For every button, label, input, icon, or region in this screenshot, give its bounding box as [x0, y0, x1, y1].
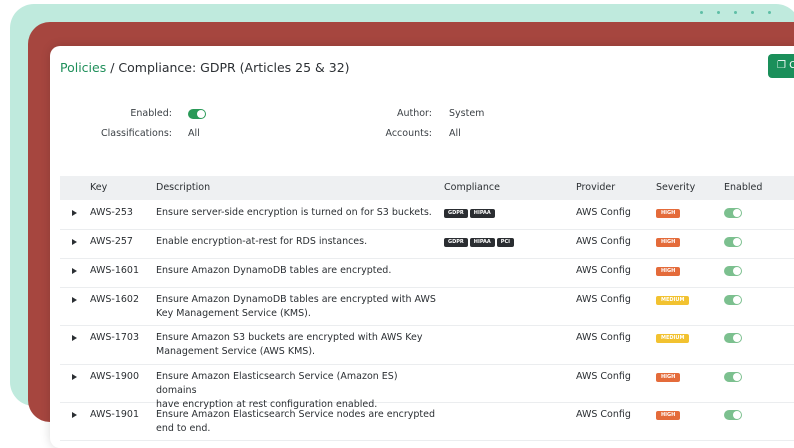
enabled-toggle-wrap[interactable] — [188, 108, 206, 119]
row-enabled-toggle[interactable] — [724, 372, 742, 382]
row-provider: AWS Config — [576, 236, 631, 247]
compliance-badges: GDPR HIPAA — [444, 209, 497, 228]
description-line: Ensure Amazon Elasticsearch Service (Ama… — [156, 371, 398, 396]
description-line: Management Service (AWS KMS). — [156, 346, 316, 357]
row-key: AWS-1601 — [90, 265, 140, 276]
policy-panel: Policies / Compliance: GDPR (Articles 25… — [50, 46, 794, 448]
row-key: AWS-1900 — [90, 371, 140, 382]
severity-badge: MEDIUM — [656, 296, 690, 305]
row-key: AWS-257 — [90, 236, 133, 247]
severity-badge: HIGH — [656, 373, 681, 382]
author-label: Author: — [396, 108, 432, 119]
severity-badge: HIGH — [656, 411, 681, 420]
table-row: AWS-1901 Ensure Amazon Elasticsearch Serv… — [60, 403, 794, 441]
column-severity[interactable]: Severity — [656, 176, 695, 200]
row-provider: AWS Config — [576, 265, 631, 276]
table-row: AWS-1900 Ensure Amazon Elasticsearch Serv… — [60, 365, 794, 410]
table-row: AWS-1601 Ensure Amazon DynamoDB tables ar… — [60, 259, 794, 288]
row-provider: AWS Config — [576, 409, 631, 420]
row-provider: AWS Config — [576, 207, 631, 218]
caret-right-icon[interactable] — [72, 412, 77, 418]
row-key: AWS-253 — [90, 207, 133, 218]
column-compliance[interactable]: Compliance — [444, 176, 500, 200]
description-line: end to end. — [156, 423, 211, 434]
dot — [768, 11, 771, 14]
enabled-label: Enabled: — [130, 108, 172, 119]
caret-right-icon[interactable] — [72, 335, 77, 341]
compliance-badge: GDPR — [444, 238, 468, 247]
enabled-toggle[interactable] — [188, 108, 206, 119]
classifications-value: All — [188, 128, 200, 139]
accounts-value: All — [449, 128, 461, 139]
caret-right-icon[interactable] — [72, 297, 77, 303]
row-enabled-toggle[interactable] — [724, 208, 742, 218]
dot — [734, 11, 737, 14]
compliance-badge: GDPR — [444, 209, 468, 218]
description-line: Ensure Amazon DynamoDB tables are encryp… — [156, 294, 436, 305]
severity-badge: HIGH — [656, 267, 681, 276]
copy-button[interactable]: ❐ C — [768, 54, 794, 78]
description-line: Ensure server-side encryption is turned … — [156, 207, 432, 218]
row-enabled-toggle[interactable] — [724, 410, 742, 420]
row-enabled-toggle[interactable] — [724, 266, 742, 276]
row-provider: AWS Config — [576, 332, 631, 343]
row-description: Ensure Amazon Elasticsearch Service node… — [156, 408, 436, 436]
severity-badge: MEDIUM — [656, 334, 690, 343]
breadcrumb: Policies / Compliance: GDPR (Articles 25… — [60, 60, 350, 75]
column-description[interactable]: Description — [156, 176, 210, 200]
description-line: Enable encryption-at-rest for RDS instan… — [156, 236, 368, 247]
severity-badge: HIGH — [656, 209, 681, 218]
row-key: AWS-1901 — [90, 409, 140, 420]
row-enabled-toggle[interactable] — [724, 333, 742, 343]
description-line: Key Management Service (KMS). — [156, 308, 311, 319]
page-title: Compliance: GDPR (Articles 25 & 32) — [118, 60, 350, 75]
decorative-dots — [700, 11, 794, 33]
copy-icon: ❐ — [777, 60, 786, 71]
breadcrumb-policies-link[interactable]: Policies — [60, 60, 106, 75]
severity-badge: HIGH — [656, 238, 681, 247]
table-row: AWS-253 Ensure server-side encryption is … — [60, 201, 794, 230]
caret-right-icon[interactable] — [72, 268, 77, 274]
row-description: Ensure Amazon DynamoDB tables are encryp… — [156, 264, 436, 278]
description-line: Ensure Amazon Elasticsearch Service node… — [156, 409, 435, 420]
compliance-badge: PCI — [496, 238, 514, 247]
accounts-label: Accounts: — [385, 128, 432, 139]
row-description: Ensure Amazon DynamoDB tables are encryp… — [156, 293, 436, 321]
row-key: AWS-1703 — [90, 332, 140, 343]
table-header: Key Description Compliance Provider Seve… — [60, 176, 794, 200]
row-description: Ensure Amazon S3 buckets are encrypted w… — [156, 331, 436, 359]
dot — [717, 11, 720, 14]
compliance-badge: HIPAA — [469, 209, 495, 218]
row-description: Ensure server-side encryption is turned … — [156, 206, 436, 220]
caret-right-icon[interactable] — [72, 374, 77, 380]
column-enabled[interactable]: Enabled — [724, 176, 762, 200]
dot — [751, 11, 754, 14]
row-provider: AWS Config — [576, 294, 631, 305]
dot — [700, 11, 703, 14]
row-description: Enable encryption-at-rest for RDS instan… — [156, 235, 436, 249]
row-provider: AWS Config — [576, 371, 631, 382]
table-row: AWS-257 Enable encryption-at-rest for RDS… — [60, 230, 794, 259]
column-provider[interactable]: Provider — [576, 176, 615, 200]
caret-right-icon[interactable] — [72, 239, 77, 245]
row-enabled-toggle[interactable] — [724, 237, 742, 247]
compliance-badges: GDPR HIPAA PCI — [444, 238, 516, 257]
table-row: AWS-1602 Ensure Amazon DynamoDB tables ar… — [60, 288, 794, 326]
breadcrumb-separator: / — [106, 60, 119, 75]
description-line: Ensure Amazon S3 buckets are encrypted w… — [156, 332, 423, 343]
description-line: Ensure Amazon DynamoDB tables are encryp… — [156, 265, 392, 276]
table-row: AWS-1703 Ensure Amazon S3 buckets are enc… — [60, 326, 794, 365]
compliance-badge: HIPAA — [469, 238, 495, 247]
author-value: System — [449, 108, 485, 119]
row-enabled-toggle[interactable] — [724, 295, 742, 305]
classifications-label: Classifications: — [100, 128, 172, 139]
column-key[interactable]: Key — [90, 176, 107, 200]
row-key: AWS-1602 — [90, 294, 140, 305]
caret-right-icon[interactable] — [72, 210, 77, 216]
copy-button-label: C — [789, 60, 794, 71]
